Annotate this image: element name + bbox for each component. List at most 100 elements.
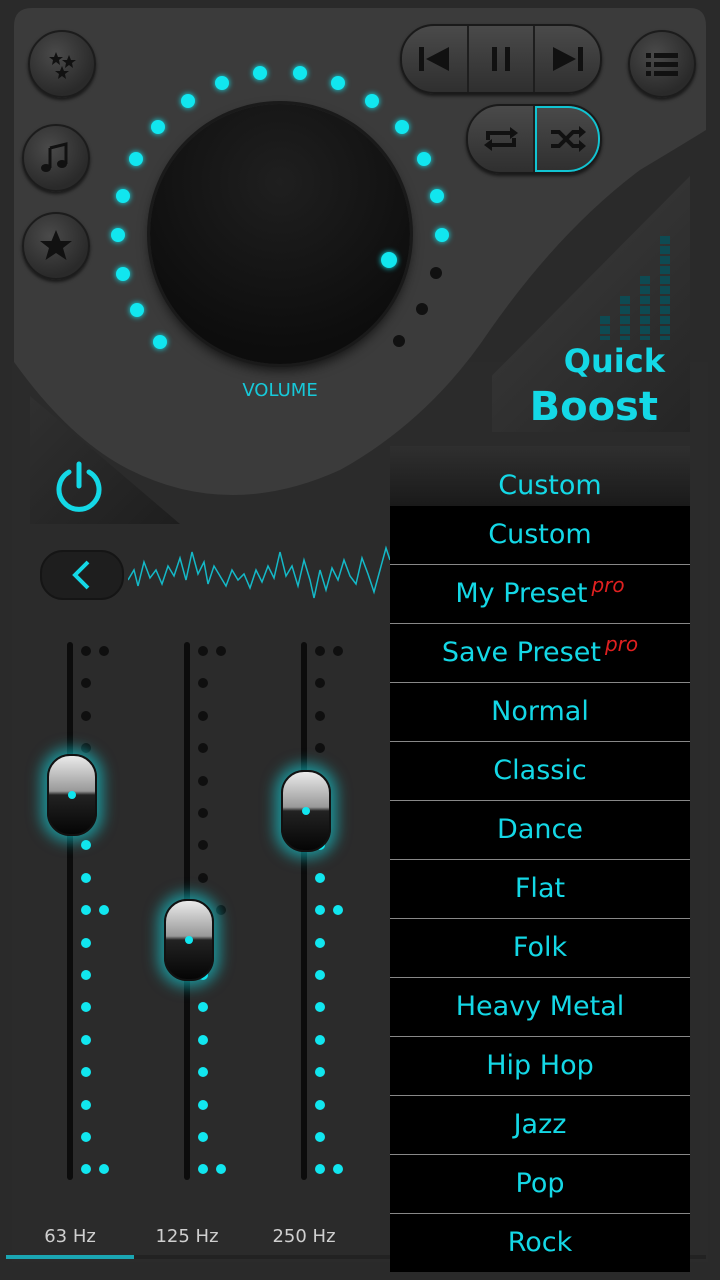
preset-option[interactable]: Folk [390,919,690,978]
volume-level-dot [215,75,230,90]
slider-level-dot [198,872,208,883]
boost-level-bar [620,296,630,340]
slider-thumb-center [185,935,193,944]
repeat-icon [483,127,518,151]
preset-option[interactable]: Custom [390,506,690,565]
stars-icon [49,52,76,79]
star-icon [40,230,72,260]
slider-level-dot [81,970,91,980]
preset-dropdown: Custom My Preset pro Save Preset pro Normal Cl… [390,506,690,1272]
slider-level-dot [315,710,325,721]
band-frequency-label: 250 Hz [272,1226,336,1247]
slider-thumb-center [302,806,310,815]
preset-option[interactable]: Hip Hop [390,1037,690,1096]
preset-option-label: Dance [497,814,583,845]
pause-icon [492,47,510,71]
preset-option-label: Flat [514,873,566,904]
star-button[interactable] [22,212,90,280]
slider-level-dot [315,646,325,656]
slider-level-dot [81,1132,91,1142]
preset-option-label: Jazz [513,1109,567,1140]
power-icon [56,461,102,512]
preset-selected-label: Custom [498,470,602,501]
repeat-button[interactable] [468,106,535,172]
preset-option-label: Hip Hop [486,1050,594,1081]
preset-option[interactable]: My Preset pro [390,565,690,624]
volume-label: VOLUME [242,380,318,401]
preset-option-label: Folk [512,932,568,963]
volume-knob-indicator [381,252,397,268]
next-button[interactable] [535,26,600,92]
slider-level-dot [81,937,91,948]
volume-level-dot [292,66,307,81]
slider-level-dot [81,1099,91,1110]
power-button[interactable] [50,458,108,516]
slider-track[interactable] [67,642,73,1180]
slider-level-dot [198,1034,208,1045]
preset-option-label: Classic [493,755,587,786]
slider-track[interactable] [301,642,307,1180]
previous-button[interactable] [402,26,469,92]
band-frequency-label: 125 Hz [155,1226,219,1247]
preset-option-label: Save Preset [441,637,601,668]
volume-level-dot [394,119,409,134]
preset-option[interactable]: Flat [390,860,690,919]
volume-level-dot [115,266,130,281]
volume-knob[interactable] [150,104,410,364]
preset-option-label: Custom [488,519,592,550]
slider-thumb[interactable] [164,898,214,981]
slider-thumb[interactable] [281,769,331,852]
list-menu-icon [646,53,678,76]
preset-option[interactable]: Normal [390,683,690,742]
slider-level-dot [99,646,109,656]
preset-option[interactable]: Save Preset pro [390,624,690,683]
music-note-icon [41,142,68,172]
scroll-indicator [6,1255,134,1259]
preset-option[interactable]: Rock [390,1214,690,1272]
volume-level-dot [152,335,167,350]
back-button[interactable] [40,550,124,600]
preset-option[interactable]: Classic [390,742,690,801]
preset-option-label: Normal [491,696,589,727]
slider-level-dot [333,646,343,656]
transport-controls [400,24,602,94]
boost-label-line1: Quick [563,342,665,380]
preset-option[interactable]: Heavy Metal [390,978,690,1037]
slider-thumb-center [68,790,76,799]
slider-level-dot [315,1034,325,1045]
shuffle-button[interactable] [535,106,600,172]
slider-level-dot [315,1132,325,1142]
shuffle-icon [550,126,586,152]
slider-level-dot [198,1099,208,1110]
boost-level-bar [600,316,610,340]
preset-option-label: My Preset [455,578,588,609]
volume-level-dot [180,93,195,108]
volume-level-dot [416,152,431,167]
slider-level-dot [315,970,325,980]
slider-level-dot [198,1132,208,1142]
skip-next-icon [552,47,583,71]
playback-mode-controls [466,104,602,174]
preset-option[interactable]: Jazz [390,1096,690,1155]
preset-option-label: Pop [515,1168,565,1199]
skip-previous-icon [419,47,450,71]
preset-option-label: Rock [507,1227,573,1258]
band-frequency-label: 63 Hz [44,1226,96,1247]
pro-badge: pro [604,632,639,656]
volume-level-dot [430,266,443,279]
favorites-button[interactable] [28,30,96,98]
preset-option[interactable]: Pop [390,1155,690,1214]
pro-badge: pro [591,573,625,597]
music-button[interactable] [22,124,90,192]
boost-level-bar [660,236,670,340]
boost-level-bar [640,276,650,340]
slider-level-dot [315,1099,325,1110]
slider-thumb[interactable] [47,753,97,836]
volume-level-dot [115,188,130,203]
slider-level-dot [198,775,208,786]
menu-button[interactable] [628,30,696,98]
preset-option-label: Heavy Metal [455,991,625,1022]
slider-level-dot [81,646,91,656]
pause-button[interactable] [469,26,536,92]
preset-option[interactable]: Dance [390,801,690,860]
